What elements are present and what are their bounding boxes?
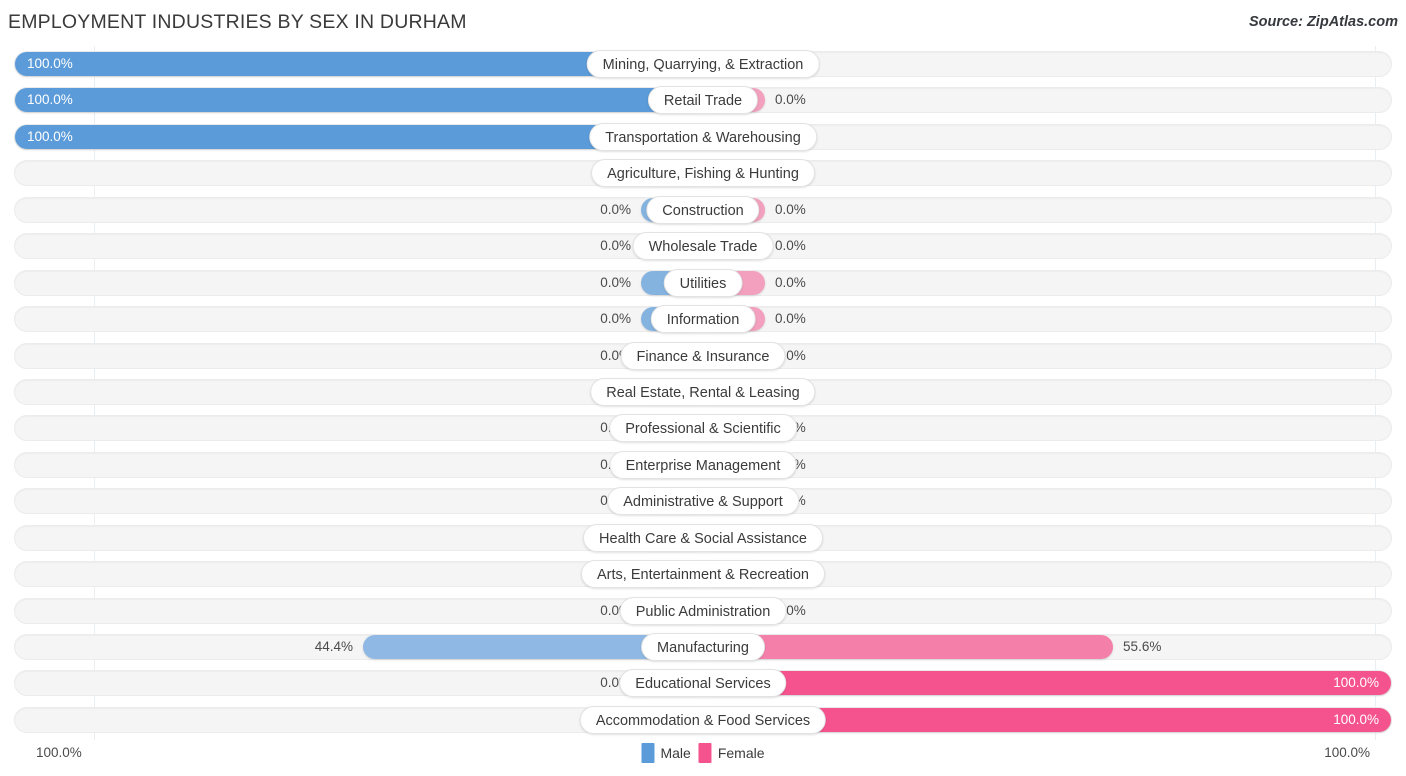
male-value: 100.0% [27,92,73,108]
table-row: 44.4% 55.6% Manufacturing [0,629,1406,665]
table-row: 0.0% 0.0% Wholesale Trade [0,228,1406,264]
female-bar: 100.0% [703,671,1391,696]
category-label: Mining, Quarrying, & Extraction [586,50,820,78]
legend-label-male: Male [660,745,691,761]
category-label: Finance & Insurance [620,341,786,370]
male-value: 0.0% [600,311,631,327]
category-label: Educational Services [619,669,787,698]
female-value: 0.0% [775,274,806,290]
category-label: Real Estate, Rental & Leasing [590,377,816,406]
female-swatch-icon [698,743,712,763]
chart-header: EMPLOYMENT INDUSTRIES BY SEX IN DURHAM S… [0,0,1406,46]
table-row: 100.0% 0.0% Educational Services [0,665,1406,701]
table-row: 0.0%0.0%Real Estate, Rental & Leasing [0,374,1406,410]
page-title: EMPLOYMENT INDUSTRIES BY SEX IN DURHAM [8,11,467,33]
legend-item-male[interactable]: Male [641,743,691,763]
category-label: Accommodation & Food Services [579,705,827,734]
table-row: 0.0%0.0%Agriculture, Fishing & Hunting [0,155,1406,191]
female-value: 0.0% [775,92,806,108]
male-swatch-icon [641,743,655,763]
category-label: Enterprise Management [609,450,797,479]
male-value: 100.0% [27,128,73,144]
female-value: 55.6% [1123,639,1162,654]
category-label: Agriculture, Fishing & Hunting [591,159,815,188]
category-label: Wholesale Trade [632,232,774,261]
employment-industries-chart: EMPLOYMENT INDUSTRIES BY SEX IN DURHAM S… [0,0,1406,776]
category-label: Retail Trade [647,86,759,115]
table-row: 0.0%0.0%Arts, Entertainment & Recreation [0,556,1406,592]
female-value: 0.0% [775,201,806,217]
category-label: Health Care & Social Assistance [583,523,823,552]
table-row: 0.0%0.0%Health Care & Social Assistance [0,520,1406,556]
category-label: Arts, Entertainment & Recreation [581,560,825,589]
male-value: 0.0% [600,238,631,254]
category-label: Utilities [663,268,743,297]
legend-item-female[interactable]: Female [698,743,765,763]
female-value: 0.0% [775,238,806,254]
female-value: 100.0% [1333,675,1379,691]
category-label: Administrative & Support [607,487,799,516]
table-row: 0.0% 0.0% Finance & Insurance [0,338,1406,374]
male-value: 100.0% [27,56,73,71]
table-row: 0.0%0.0%Administrative & Support [0,483,1406,519]
axis-label-left: 100.0% [36,745,82,760]
male-value: 0.0% [600,201,631,217]
table-row: 0.0%0.0%Professional & Scientific [0,410,1406,446]
male-value: 44.4% [314,639,354,654]
table-row: 0.0% 0.0% Utilities [0,265,1406,301]
male-value: 0.0% [600,274,631,290]
table-row: 100.0%0.0%Accommodation & Food Services [0,702,1406,738]
chart-legend: Male Female [641,743,765,763]
category-label: Professional & Scientific [609,414,797,443]
axis-label-right: 100.0% [1324,745,1370,760]
table-row: 100.0%0.0%Mining, Quarrying, & Extractio… [0,46,1406,82]
legend-label-female: Female [717,745,765,761]
category-label: Information [650,305,756,334]
table-row: 0.0%0.0%Enterprise Management [0,447,1406,483]
female-value: 0.0% [775,311,806,327]
plot-area: 100.0% 0.0% Mining, Quarrying, & Extractio… [0,46,1406,740]
category-label: Transportation & Warehousing [589,122,817,151]
table-row: 0.0% 0.0% Information [0,301,1406,337]
male-bar: 100.0% [15,88,703,113]
bar-rows: 100.0% 0.0% Mining, Quarrying, & Extractio… [0,46,1406,738]
source-attribution: Source: ZipAtlas.com [1248,14,1398,30]
female-value: 100.0% [1333,711,1379,727]
category-label: Construction [646,195,760,224]
table-row: 0.0% 0.0% Public Administration [0,593,1406,629]
table-row: 100.0%0.0%Transportation & Warehousing [0,119,1406,155]
chart-footer: 100.0% Male Female 100.0% [0,740,1406,776]
table-row: 100.0% 0.0% Retail Trade [0,82,1406,118]
table-row: 0.0% 0.0% Construction [0,192,1406,228]
category-label: Manufacturing [641,633,765,661]
category-label: Public Administration [619,596,787,625]
